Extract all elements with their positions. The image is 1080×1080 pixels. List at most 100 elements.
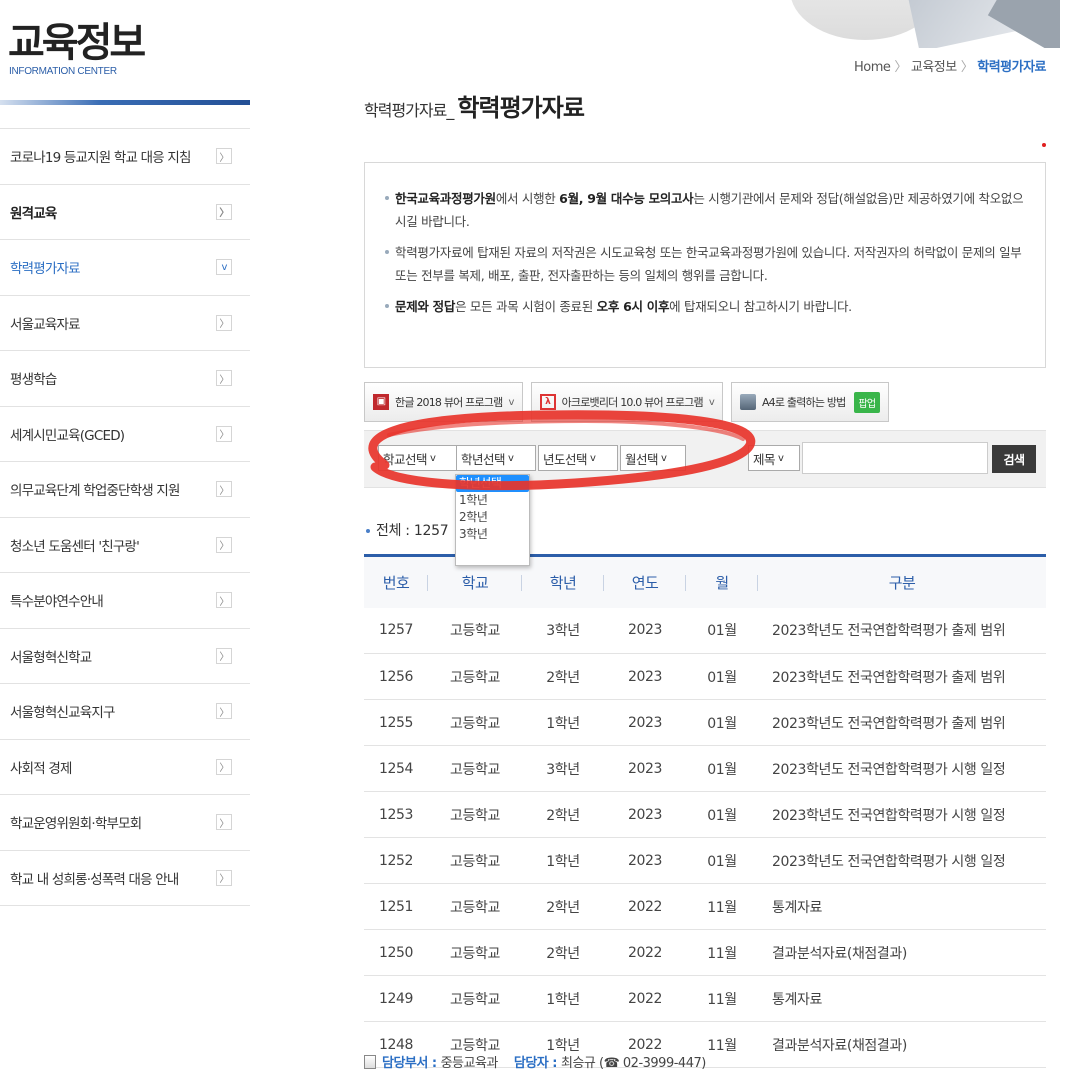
chevron-right-icon: 〉 bbox=[216, 647, 232, 664]
breadcrumb-level1-link[interactable]: 교육정보 bbox=[911, 60, 957, 75]
search-field-select[interactable]: 제목 v bbox=[748, 445, 800, 471]
search-input[interactable] bbox=[802, 442, 988, 474]
post-title-link[interactable]: 결과분석자료(채점결과) bbox=[758, 1022, 1046, 1068]
table-cell: 2022 bbox=[627, 990, 663, 1007]
post-title-link[interactable]: 2023학년도 전국연합학력평가 시행 일정 bbox=[758, 792, 1046, 838]
table-row[interactable]: 1250 고등학교 2학년 2022 11월 결과분석자료(채점결과) bbox=[364, 930, 1046, 976]
results-table: 번호 학교 학년 연도 월 구분 1257 고등학교 3학년 2023 01월 2023학년도 전국… bbox=[364, 554, 1046, 1068]
grade-option[interactable]: 1학년 bbox=[456, 492, 529, 509]
table-cell: 1255 bbox=[378, 714, 414, 731]
bullet-icon bbox=[366, 529, 370, 533]
sidebar-menu: 코로나19 등교지원 학교 대응 지침 〉 원격교육 〉 학력평가자료 v 서울교육자료 〉 평… bbox=[0, 128, 250, 906]
breadcrumb-separator: 〉 bbox=[894, 60, 907, 75]
table-row[interactable]: 1251 고등학교 2학년 2022 11월 통계자료 bbox=[364, 884, 1046, 930]
sidebar-item[interactable]: 평생학습 〉 bbox=[0, 351, 250, 407]
chevron-right-icon: 〉 bbox=[216, 481, 232, 498]
table-cell: 01월 bbox=[707, 623, 737, 640]
sidebar-item-label: 세계시민교육(GCED) bbox=[10, 427, 125, 444]
sidebar-item[interactable]: 서울교육자료 〉 bbox=[0, 296, 250, 351]
chevron-right-icon: 〉 bbox=[216, 148, 232, 165]
table-cell: 고등학교 bbox=[450, 899, 500, 916]
sidebar-item-label: 서울형혁신교육지구 bbox=[10, 705, 115, 722]
grade-option[interactable]: 학년선택 bbox=[456, 475, 529, 492]
table-cell: 2022 bbox=[627, 944, 663, 961]
table-cell: 11월 bbox=[707, 945, 737, 962]
sidebar-subtitle: INFORMATION CENTER bbox=[9, 66, 117, 77]
table-cell: 1250 bbox=[378, 944, 414, 961]
chevron-right-icon: 〉 bbox=[216, 758, 232, 775]
pdf-viewer-button[interactable]: λ 아크로뱃리더 10.0 뷰어 프로그램 v bbox=[530, 382, 723, 422]
post-title-link[interactable]: 결과분석자료(채점결과) bbox=[758, 930, 1046, 976]
notice-line-1: 한국교육과정평가원에서 시행한 6월, 9월 대수능 모의고사는 시행기관에서 … bbox=[385, 187, 1027, 233]
popup-badge: 팝업 bbox=[853, 391, 881, 413]
post-title-link[interactable]: 통계자료 bbox=[758, 884, 1046, 930]
table-cell: 고등학교 bbox=[450, 669, 500, 686]
sidebar-item[interactable]: 학교 내 성희롱·성폭력 대응 안내 〉 bbox=[0, 851, 250, 906]
grade-select[interactable]: 학년선택 v bbox=[456, 445, 536, 471]
table-row[interactable]: 1252 고등학교 1학년 2023 01월 2023학년도 전국연합학력평가 시행 일정 bbox=[364, 838, 1046, 884]
table-cell: 1249 bbox=[378, 990, 414, 1007]
column-header: 구분 bbox=[888, 573, 916, 592]
post-title-link[interactable]: 2023학년도 전국연합학력평가 출제 범위 bbox=[758, 700, 1046, 746]
post-title-link[interactable]: 2023학년도 전국연합학력평가 출제 범위 bbox=[758, 654, 1046, 700]
print-guide-button[interactable]: A4로 출력하는 방법 팝업 bbox=[730, 382, 890, 422]
document-icon bbox=[364, 1054, 376, 1069]
pdf-icon: λ bbox=[539, 394, 556, 410]
table-body: 1257 고등학교 3학년 2023 01월 2023학년도 전국연합학력평가 출제 범위… bbox=[364, 608, 1046, 1068]
header-decoration-image bbox=[760, 0, 1060, 48]
table-cell: 1257 bbox=[378, 622, 414, 639]
year-select[interactable]: 년도선택 v bbox=[538, 445, 618, 471]
table-row[interactable]: 1257 고등학교 3학년 2023 01월 2023학년도 전국연합학력평가 출제 범위 bbox=[364, 608, 1046, 654]
table-cell: 01월 bbox=[707, 853, 737, 870]
column-header: 월 bbox=[686, 556, 758, 608]
table-cell: 2023 bbox=[627, 760, 663, 777]
table-row[interactable]: 1255 고등학교 1학년 2023 01월 2023학년도 전국연합학력평가 출제 범위 bbox=[364, 700, 1046, 746]
sidebar-item-label: 평생학습 bbox=[10, 372, 57, 389]
sidebar-item-label: 학교 내 성희롱·성폭력 대응 안내 bbox=[10, 871, 179, 888]
sidebar-item[interactable]: 의무교육단계 학업중단학생 지원 〉 bbox=[0, 462, 250, 518]
chevron-down-icon: v bbox=[508, 396, 514, 408]
month-select[interactable]: 월선택 v bbox=[620, 445, 686, 471]
chevron-right-icon: 〉 bbox=[216, 703, 232, 720]
printer-icon bbox=[739, 394, 756, 410]
chevron-down-icon: v bbox=[778, 452, 784, 464]
sidebar-divider bbox=[0, 100, 250, 105]
table-cell: 1학년 bbox=[546, 991, 580, 1008]
breadcrumb-home-link[interactable]: Home bbox=[854, 60, 891, 75]
table-row[interactable]: 1254 고등학교 3학년 2023 01월 2023학년도 전국연합학력평가 시행 일정 bbox=[364, 746, 1046, 792]
sidebar-item[interactable]: 세계시민교육(GCED) 〉 bbox=[0, 407, 250, 462]
person-value: 최승규 (☎ 02-3999-447) bbox=[561, 1056, 706, 1071]
grade-option[interactable]: 3학년 bbox=[456, 526, 529, 543]
table-cell: 01월 bbox=[707, 761, 737, 778]
post-title-link[interactable]: 2023학년도 전국연합학력평가 출제 범위 bbox=[758, 608, 1046, 654]
chevron-right-icon: 〉 bbox=[216, 869, 232, 886]
page-title: 학력평가자료_ 학력평가자료 bbox=[364, 88, 585, 123]
chevron-right-icon: 〉 bbox=[216, 314, 232, 331]
sidebar-item[interactable]: 서울형혁신교육지구 〉 bbox=[0, 684, 250, 740]
table-cell: 2학년 bbox=[546, 669, 580, 686]
sidebar-item[interactable]: 코로나19 등교지원 학교 대응 지침 〉 bbox=[0, 129, 250, 185]
table-row[interactable]: 1253 고등학교 2학년 2023 01월 2023학년도 전국연합학력평가 시행 일정 bbox=[364, 792, 1046, 838]
grade-option[interactable]: 2학년 bbox=[456, 509, 529, 526]
breadcrumb-current: 학력평가자료 bbox=[977, 60, 1046, 75]
chevron-down-icon: v bbox=[216, 259, 232, 276]
sidebar-item[interactable]: 사회적 경제 〉 bbox=[0, 740, 250, 795]
post-title-link[interactable]: 2023학년도 전국연합학력평가 시행 일정 bbox=[758, 746, 1046, 792]
search-button[interactable]: 검색 bbox=[992, 445, 1036, 473]
sidebar-item[interactable]: 학력평가자료 v bbox=[0, 240, 250, 296]
sidebar-item[interactable]: 학교운영위원회·학부모회 〉 bbox=[0, 795, 250, 851]
school-select[interactable]: 학교선택 v bbox=[378, 445, 464, 471]
post-title-link[interactable]: 2023학년도 전국연합학력평가 시행 일정 bbox=[758, 838, 1046, 884]
table-cell: 11월 bbox=[707, 991, 737, 1008]
hwp-icon: ▣ bbox=[373, 394, 389, 410]
sidebar-item[interactable]: 원격교육 〉 bbox=[0, 185, 250, 240]
sidebar-item[interactable]: 특수분야연수안내 〉 bbox=[0, 573, 250, 629]
table-cell: 2023 bbox=[627, 714, 663, 731]
chevron-down-icon: v bbox=[590, 452, 596, 464]
table-row[interactable]: 1256 고등학교 2학년 2023 01월 2023학년도 전국연합학력평가 출제 범위 bbox=[364, 654, 1046, 700]
sidebar-item[interactable]: 서울형혁신학교 〉 bbox=[0, 629, 250, 684]
hwp-viewer-button[interactable]: ▣ 한글 2018 뷰어 프로그램 v bbox=[364, 382, 523, 422]
post-title-link[interactable]: 통계자료 bbox=[758, 976, 1046, 1022]
sidebar-item[interactable]: 청소년 도움센터 '친구랑' 〉 bbox=[0, 518, 250, 573]
table-row[interactable]: 1249 고등학교 1학년 2022 11월 통계자료 bbox=[364, 976, 1046, 1022]
